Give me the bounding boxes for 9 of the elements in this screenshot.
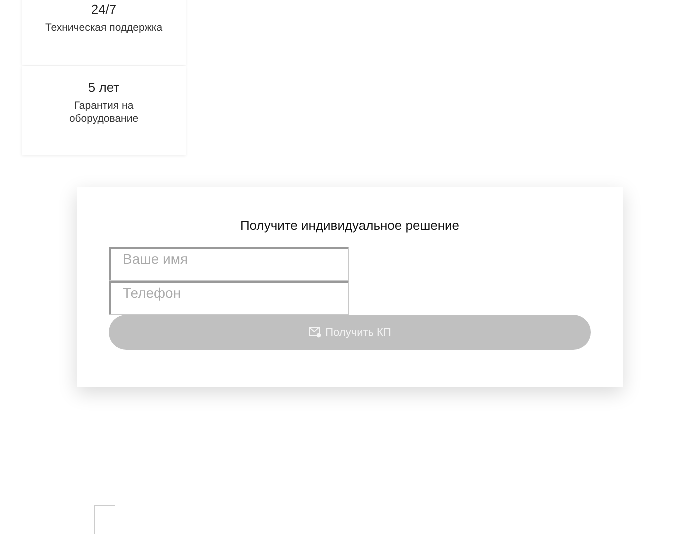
stat-label: Гарантия на оборудование bbox=[68, 100, 140, 126]
input-field[interactable]: Телефон bbox=[109, 281, 349, 315]
form-title: Получите индивидуальное решение bbox=[240, 218, 460, 233]
corner-mark bbox=[94, 505, 115, 534]
input-field[interactable]: Ваше имя bbox=[109, 247, 349, 281]
stat-value: 24/7 bbox=[91, 2, 117, 17]
envelope-icon bbox=[308, 327, 322, 338]
stat-label: Техническая поддержка bbox=[45, 22, 163, 35]
stat-value: 5 лет bbox=[88, 80, 120, 95]
